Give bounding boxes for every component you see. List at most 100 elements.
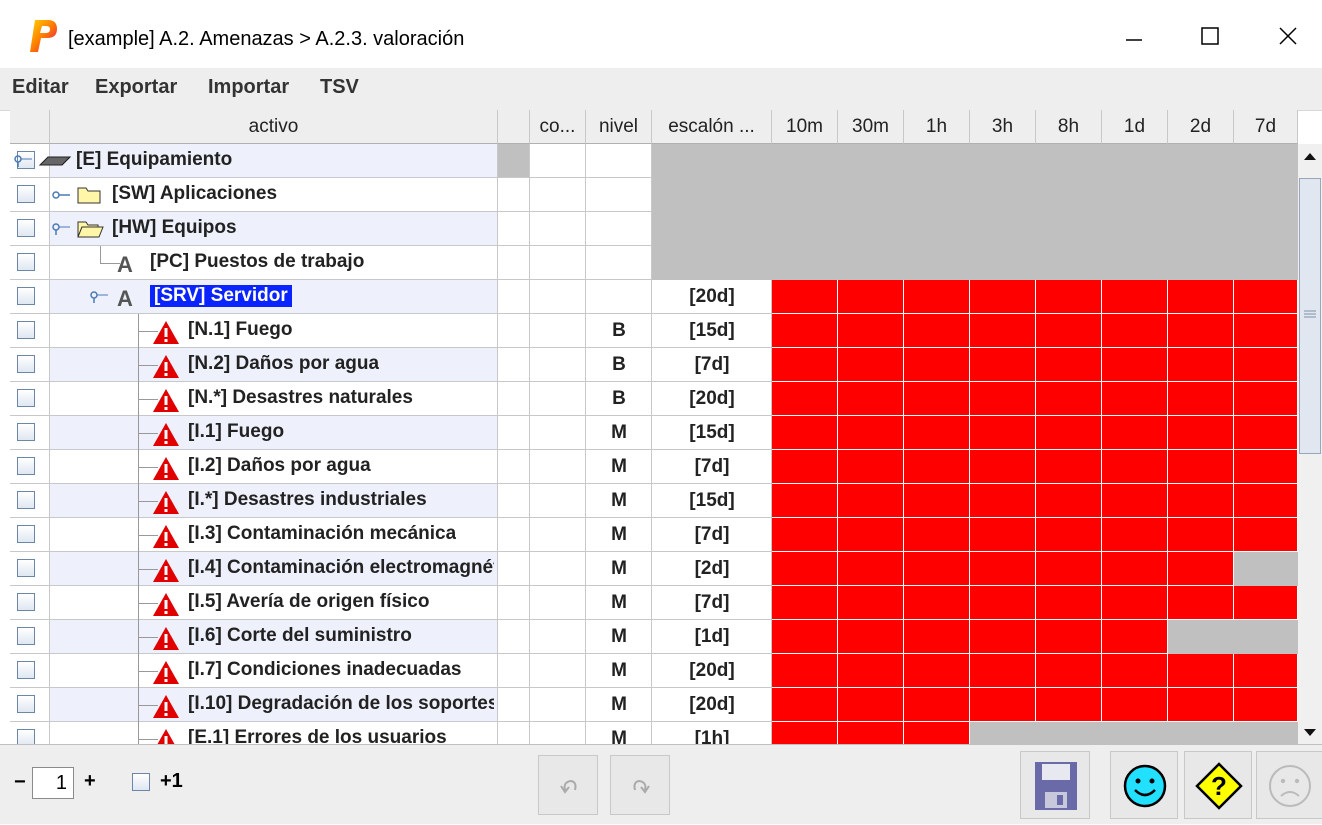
table-row[interactable]: [HW] Equipos (10, 212, 1298, 246)
time-bar-cell[interactable] (1234, 518, 1298, 552)
cancel-button[interactable] (1256, 751, 1322, 819)
plus-one-checkbox[interactable] (132, 773, 150, 791)
time-bar-cell[interactable] (838, 518, 904, 552)
time-bar-cell[interactable] (904, 552, 970, 586)
table-row[interactable]: [N.1] Fuego B [15d] (10, 314, 1298, 348)
time-bar-cell[interactable] (1168, 518, 1234, 552)
time-bar-cell[interactable] (838, 280, 904, 314)
activo-cell[interactable]: [I.4] Contaminación electromagnética (50, 552, 498, 586)
vertical-scrollbar[interactable] (1298, 144, 1322, 744)
table-row[interactable]: [I.5] Avería de origen físico M [7d] (10, 586, 1298, 620)
time-bar-cell[interactable] (838, 314, 904, 348)
time-bar-cell[interactable] (970, 688, 1036, 722)
time-bar-cell[interactable] (1234, 382, 1298, 416)
level-spinner-input[interactable]: 1 (32, 767, 74, 799)
header-30m[interactable]: 30m (838, 110, 904, 144)
time-bar-cell[interactable] (1102, 518, 1168, 552)
activo-cell[interactable]: [I.10] Degradación de los soportes (50, 688, 498, 722)
time-bar-cell[interactable] (772, 484, 838, 518)
table-row[interactable]: A [PC] Puestos de trabajo (10, 246, 1298, 280)
escalon-cell[interactable]: [15d] (652, 416, 772, 450)
menu-editar[interactable]: Editar (12, 76, 69, 99)
decrement-button[interactable]: − (14, 771, 26, 794)
time-bar-cell[interactable] (1036, 280, 1102, 314)
time-bar-cell[interactable] (772, 552, 838, 586)
time-bar-cell[interactable] (970, 314, 1036, 348)
activo-cell[interactable]: [I.5] Avería de origen físico (50, 586, 498, 620)
activo-cell[interactable]: A [PC] Puestos de trabajo (50, 246, 498, 280)
time-bar-cell[interactable] (772, 654, 838, 688)
nivel-cell[interactable] (586, 212, 652, 246)
co-cell[interactable] (530, 382, 586, 416)
time-bar-cell[interactable] (1234, 484, 1298, 518)
time-bar-cell[interactable] (1234, 314, 1298, 348)
increment-button[interactable]: + (84, 770, 96, 793)
time-bar-cell[interactable] (772, 450, 838, 484)
row-checkbox[interactable] (17, 355, 35, 373)
nivel-cell[interactable]: M (586, 722, 652, 744)
time-bar-cell[interactable] (904, 688, 970, 722)
time-bar-cell[interactable] (904, 586, 970, 620)
activo-cell[interactable]: [N.2] Daños por agua (50, 348, 498, 382)
time-bar-cell[interactable] (1036, 722, 1102, 744)
time-bar-cell[interactable] (970, 450, 1036, 484)
co-cell[interactable] (530, 552, 586, 586)
nivel-cell[interactable]: M (586, 518, 652, 552)
time-bar-cell[interactable] (1234, 450, 1298, 484)
co-cell[interactable] (530, 586, 586, 620)
time-bar-cell[interactable] (1234, 280, 1298, 314)
nivel-cell[interactable]: M (586, 484, 652, 518)
escalon-cell[interactable]: [20d] (652, 280, 772, 314)
time-bar-cell[interactable] (970, 484, 1036, 518)
header-checkbox-column[interactable] (10, 110, 50, 144)
ok-button[interactable] (1110, 751, 1178, 819)
table-row[interactable]: [N.2] Daños por agua B [7d] (10, 348, 1298, 382)
activo-cell[interactable]: A [SRV] Servidor (50, 280, 498, 314)
time-bar-cell[interactable] (1102, 552, 1168, 586)
time-bar-cell[interactable] (1036, 450, 1102, 484)
time-bar-cell[interactable] (1168, 382, 1234, 416)
menu-importar[interactable]: Importar (208, 76, 289, 99)
time-bar-cell[interactable] (838, 586, 904, 620)
escalon-cell[interactable]: [20d] (652, 654, 772, 688)
table-row[interactable]: [N.*] Desastres naturales B [20d] (10, 382, 1298, 416)
co-cell[interactable] (530, 348, 586, 382)
time-bar-cell[interactable] (904, 518, 970, 552)
time-bar-cell[interactable] (1102, 654, 1168, 688)
time-bar-cell[interactable] (1168, 416, 1234, 450)
time-bar-cell[interactable] (1234, 416, 1298, 450)
activo-cell[interactable]: [I.3] Contaminación mecánica (50, 518, 498, 552)
time-bar-cell[interactable] (970, 416, 1036, 450)
time-bar-cell[interactable] (838, 654, 904, 688)
time-bar-cell[interactable] (772, 688, 838, 722)
time-bar-cell[interactable] (1168, 620, 1234, 654)
menu-exportar[interactable]: Exportar (95, 76, 177, 99)
time-bar-cell[interactable] (838, 552, 904, 586)
time-bar-cell[interactable] (1168, 450, 1234, 484)
time-bar-cell[interactable] (1234, 348, 1298, 382)
save-button[interactable] (1020, 751, 1090, 819)
row-checkbox[interactable] (17, 559, 35, 577)
row-checkbox[interactable] (17, 525, 35, 543)
table-row[interactable]: [I.3] Contaminación mecánica M [7d] (10, 518, 1298, 552)
activo-cell[interactable]: [SW] Aplicaciones (50, 178, 498, 212)
co-cell[interactable] (530, 450, 586, 484)
time-bar-cell[interactable] (1168, 654, 1234, 688)
time-bar-cell[interactable] (1168, 552, 1234, 586)
time-bar-cell[interactable] (772, 348, 838, 382)
time-bar-cell[interactable] (1168, 314, 1234, 348)
time-bar-cell[interactable] (772, 518, 838, 552)
co-cell[interactable] (530, 518, 586, 552)
close-button[interactable] (1258, 14, 1318, 58)
time-bar-cell[interactable] (1102, 722, 1168, 744)
nivel-cell[interactable] (586, 178, 652, 212)
time-bar-cell[interactable] (1036, 314, 1102, 348)
table-row[interactable]: [I.7] Condiciones inadecuadas M [20d] (10, 654, 1298, 688)
co-cell[interactable] (530, 212, 586, 246)
nivel-cell[interactable]: M (586, 416, 652, 450)
time-bar-cell[interactable] (970, 586, 1036, 620)
time-bar-cell[interactable] (970, 518, 1036, 552)
tree-toggle-icon[interactable] (52, 188, 72, 207)
time-bar-cell[interactable] (838, 484, 904, 518)
row-checkbox[interactable] (17, 185, 35, 203)
